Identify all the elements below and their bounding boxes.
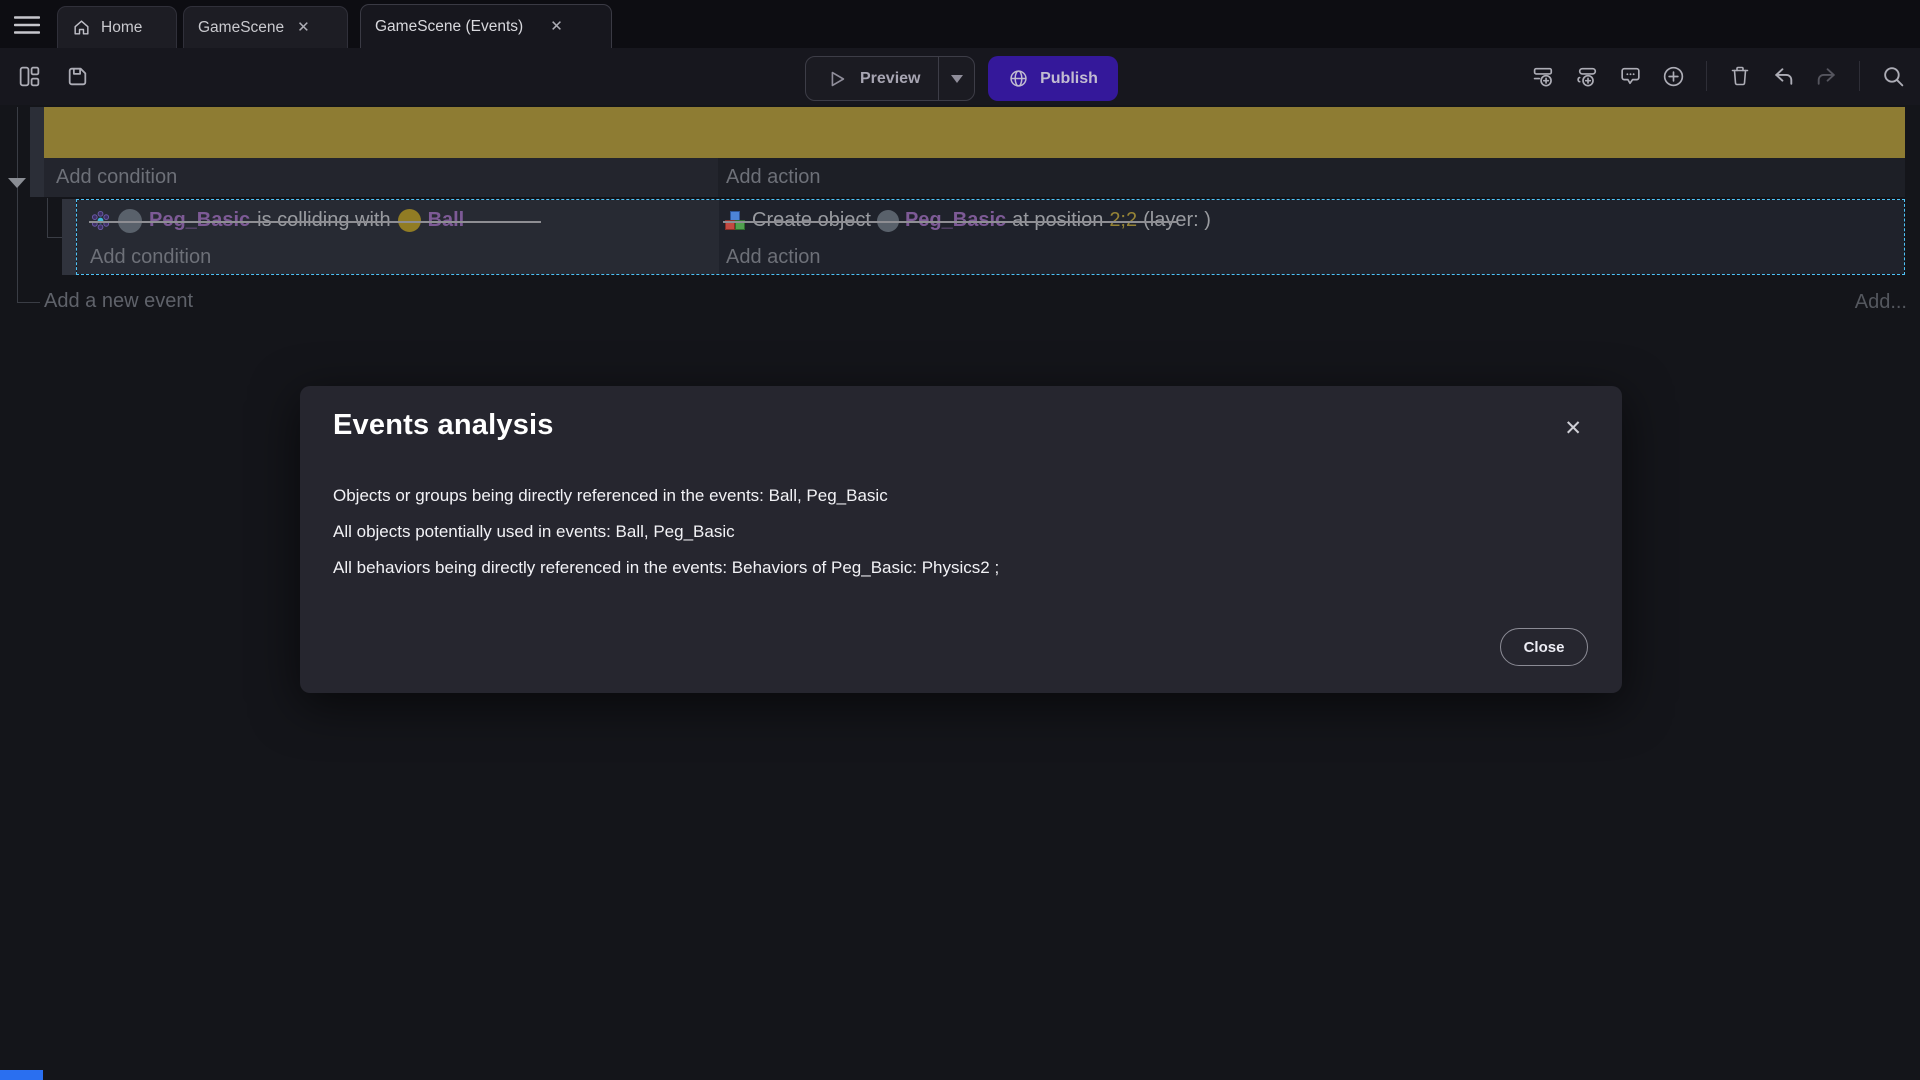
action-position-value: 2;2: [1109, 209, 1137, 232]
create-object-icon: [724, 210, 746, 232]
gdevelop-window: Home GameScene ✕ GameScene (Events) ✕: [0, 0, 1920, 1080]
subevent-tree-line: [47, 198, 48, 238]
preview-options-button[interactable]: [938, 57, 974, 100]
left-toolbar-group: [14, 61, 92, 91]
physics-behavior-icon: [90, 210, 111, 231]
tab-bar: Home GameScene ✕ GameScene (Events) ✕: [0, 0, 1920, 48]
publish-button[interactable]: Publish: [988, 56, 1118, 101]
dialog-title: Events analysis: [333, 409, 554, 442]
event-margin[interactable]: [30, 158, 44, 197]
globe-icon: [1008, 68, 1029, 89]
add-event-icon[interactable]: [1529, 61, 1559, 91]
peg-basic-object-icon: [877, 210, 899, 232]
collapse-event-icon[interactable]: [8, 178, 26, 188]
preview-button-group: Preview: [805, 56, 975, 101]
tab-close-icon[interactable]: ✕: [547, 17, 566, 36]
add-action-row[interactable]: Add action: [718, 158, 1905, 197]
add-more-link[interactable]: Add...: [1855, 291, 1907, 314]
add-condition-label: Add condition: [90, 246, 211, 269]
subevent-margin[interactable]: [62, 199, 76, 275]
action-layer-text: (layer: ): [1143, 209, 1211, 232]
add-new-event-link[interactable]: Add a new event: [44, 290, 193, 313]
subevent-selected: Peg_Basic is colliding with Ball Add con…: [76, 199, 1905, 275]
subevent-actions-column: Create object Peg_Basic at position 2;2 …: [719, 200, 1904, 274]
tab-gamescene-events[interactable]: GameScene (Events) ✕: [360, 4, 612, 48]
search-icon[interactable]: [1878, 61, 1908, 91]
right-toolbar-group: [1529, 61, 1908, 91]
add-action-row[interactable]: Add action: [719, 241, 1904, 274]
preview-label: Preview: [860, 70, 920, 88]
preview-button[interactable]: Preview: [806, 57, 938, 100]
condition-collision[interactable]: Peg_Basic is colliding with Ball: [77, 200, 719, 241]
bottom-left-blue-strip: [0, 1070, 43, 1080]
analysis-line-objects-referenced: Objects or groups being directly referen…: [333, 478, 999, 514]
home-icon: [72, 18, 91, 37]
toolbar-divider: [1859, 61, 1860, 91]
subevent-conditions-column: Peg_Basic is colliding with Ball Add con…: [77, 200, 719, 274]
add-action-label: Add action: [726, 166, 821, 189]
action-verb: Create object: [752, 209, 871, 232]
tab-home[interactable]: Home: [57, 6, 177, 48]
redo-icon[interactable]: [1811, 61, 1841, 91]
add-other-event-icon[interactable]: [1658, 61, 1688, 91]
play-icon: [826, 68, 848, 90]
publish-label: Publish: [1040, 70, 1098, 88]
analysis-line-objects-used: All objects potentially used in events: …: [333, 514, 999, 550]
tab-gamescene-label: GameScene: [198, 19, 284, 37]
comment-event-margin[interactable]: [30, 107, 44, 158]
analysis-line-behaviors: All behaviors being directly referenced …: [333, 550, 999, 586]
toggle-panels-icon[interactable]: [14, 61, 44, 91]
events-toolbar: Preview Publish: [0, 48, 1920, 105]
action-create-object[interactable]: Create object Peg_Basic at position 2;2 …: [719, 200, 1904, 241]
peg-basic-object-icon: [118, 209, 142, 233]
action-text: at position: [1012, 209, 1103, 232]
main-menu-icon[interactable]: [12, 13, 42, 37]
close-button[interactable]: Close: [1500, 628, 1588, 666]
add-action-label: Add action: [726, 246, 821, 269]
comment-event-selected[interactable]: [44, 107, 1905, 158]
condition-object2: Ball: [428, 209, 465, 232]
add-condition-label: Add condition: [56, 166, 177, 189]
toolbar-divider: [1706, 61, 1707, 91]
save-icon[interactable]: [62, 61, 92, 91]
condition-text: is colliding with: [257, 209, 390, 232]
event-tree-line: [17, 302, 40, 303]
add-comment-icon[interactable]: [1615, 61, 1645, 91]
add-condition-row[interactable]: Add condition: [44, 158, 718, 197]
ball-object-icon: [398, 209, 421, 232]
tab-close-icon[interactable]: ✕: [294, 18, 313, 37]
tab-gamescene[interactable]: GameScene ✕: [183, 6, 348, 48]
add-subevent-icon[interactable]: [1572, 61, 1602, 91]
action-object: Peg_Basic: [905, 209, 1006, 232]
chevron-down-icon: [949, 73, 965, 85]
delete-icon[interactable]: [1725, 61, 1755, 91]
dialog-body: Objects or groups being directly referen…: [333, 478, 999, 586]
tab-gamescene-events-label: GameScene (Events): [375, 18, 523, 36]
tab-home-label: Home: [101, 19, 142, 37]
add-condition-row[interactable]: Add condition: [77, 241, 719, 274]
events-analysis-dialog: Events analysis ✕ Objects or groups bein…: [300, 386, 1622, 693]
condition-object1: Peg_Basic: [149, 209, 250, 232]
close-icon[interactable]: ✕: [1560, 412, 1586, 445]
subevent-tree-line: [47, 237, 62, 238]
event-tree-line: [17, 107, 18, 303]
undo-icon[interactable]: [1768, 61, 1798, 91]
